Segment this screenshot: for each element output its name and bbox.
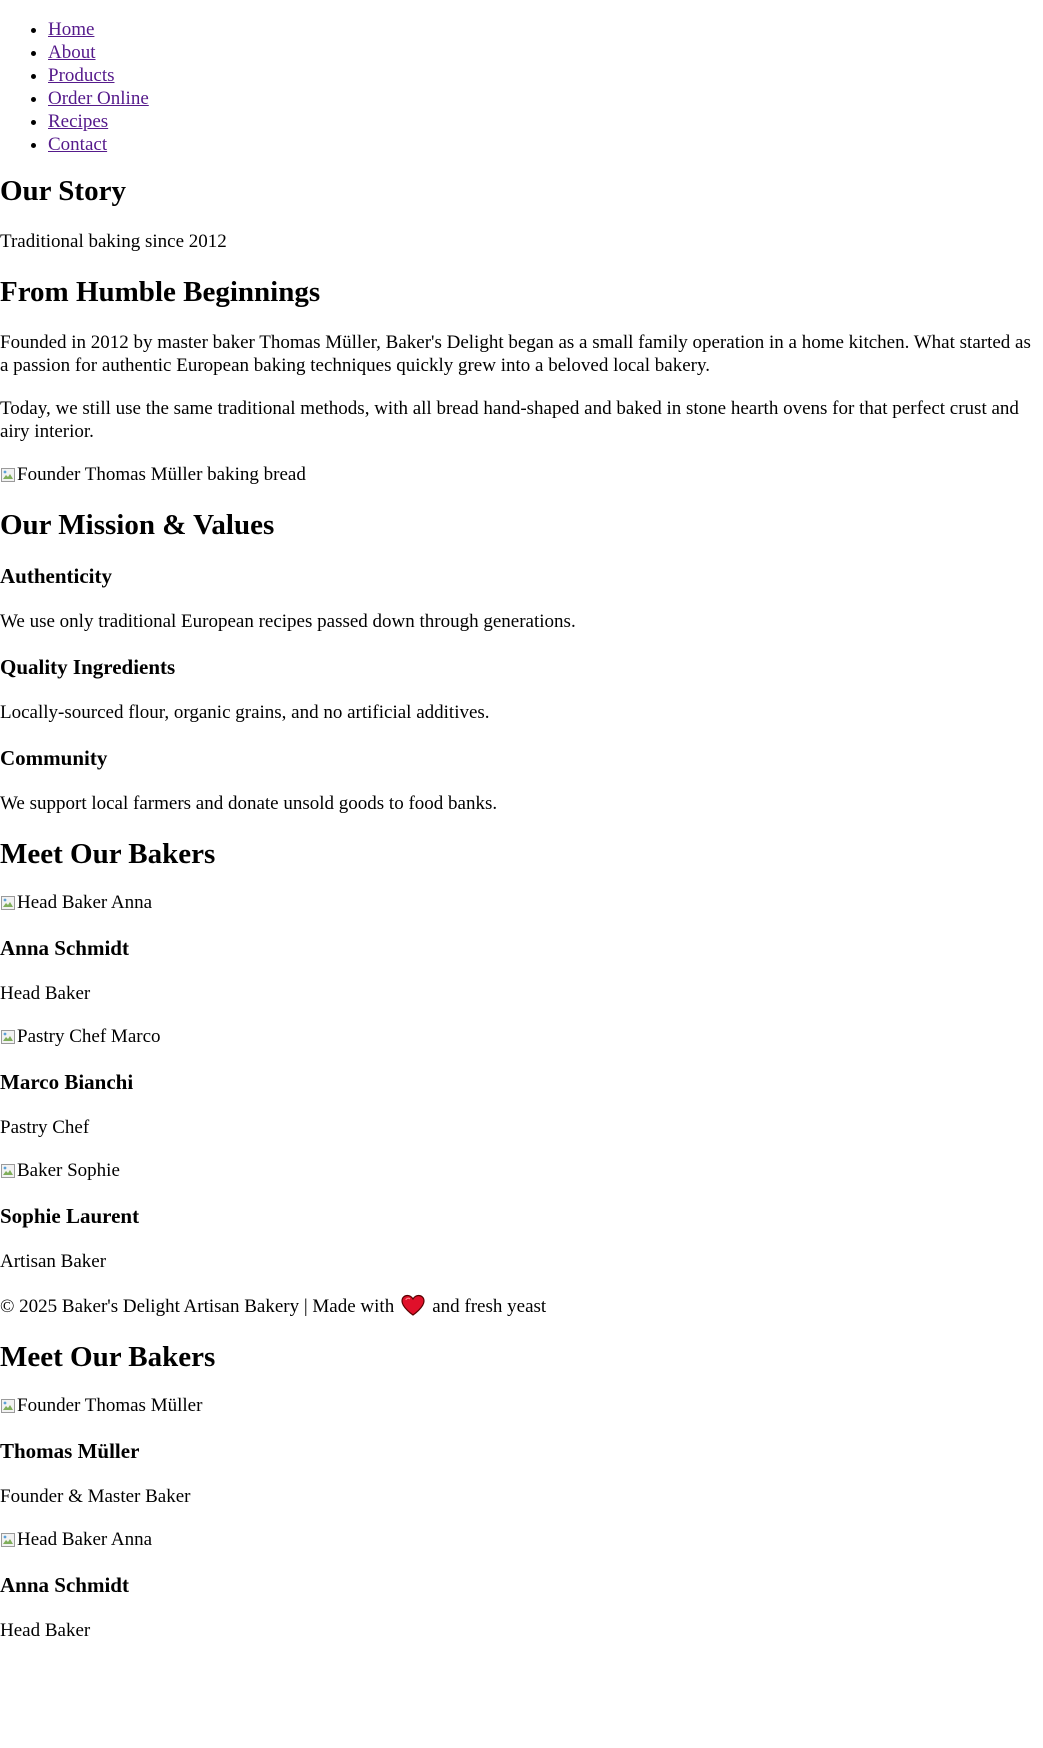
member-name: Sophie Laurent: [0, 1204, 140, 1228]
member-image: Pastry Chef Marco: [0, 1025, 1043, 1048]
member-role: Head Baker: [0, 1620, 91, 1641]
member-image-alt: Pastry Chef Marco: [17, 1026, 161, 1047]
value-item: Community We support local farmers and d…: [0, 745, 1043, 815]
member-image-alt: Baker Sophie: [17, 1160, 120, 1181]
founder-image-alt: Founder Thomas Müller baking bread: [17, 464, 306, 485]
broken-image-icon: [0, 895, 16, 911]
footer-text-after: and fresh yeast: [432, 1296, 547, 1317]
member-role: Founder & Master Baker: [0, 1486, 191, 1507]
member-name: Anna Schmidt: [0, 936, 129, 960]
broken-image-icon: [0, 1532, 16, 1548]
member-image: Head Baker Anna: [0, 1528, 1043, 1551]
member-role: Head Baker: [0, 983, 91, 1004]
hero-section: Our Story Traditional baking since 2012: [0, 174, 1043, 253]
member-role: Pastry Chef: [0, 1117, 90, 1138]
nav-item-products: Products: [48, 64, 1043, 87]
member-image-alt: Head Baker Anna: [17, 1529, 153, 1550]
value-title: Authenticity: [0, 564, 112, 588]
nav-item-order-online: Order Online: [48, 87, 1043, 110]
values-section: Our Mission & Values Authenticity We use…: [0, 508, 1043, 815]
history-paragraph-2: Today, we still use the same traditional…: [0, 398, 1019, 442]
history-paragraph-1: Founded in 2012 by master baker Thomas M…: [0, 332, 1031, 376]
broken-image-icon: [0, 1163, 16, 1179]
value-item: Quality Ingredients Locally-sourced flou…: [0, 654, 1043, 724]
member-image-alt: Head Baker Anna: [17, 892, 153, 913]
nav-link-contact[interactable]: Contact: [48, 134, 107, 155]
nav-link-about[interactable]: About: [48, 42, 96, 63]
value-text: We support local farmers and donate unso…: [0, 793, 498, 814]
nav-link-products[interactable]: Products: [48, 65, 115, 86]
footer-text: © 2025 Baker's Delight Artisan Bakery | …: [0, 1294, 1043, 1318]
team-member: Head Baker Anna Anna Schmidt Head Baker: [0, 891, 1043, 1005]
member-image: Head Baker Anna: [0, 891, 1043, 914]
team-member: Head Baker Anna Anna Schmidt Head Baker: [0, 1528, 1043, 1642]
member-name: Marco Bianchi: [0, 1070, 134, 1094]
team-title: Meet Our Bakers: [0, 1341, 216, 1373]
team-section-duplicate: Meet Our Bakers Founder Thomas Müller Th…: [0, 1340, 1043, 1642]
nav-item-about: About: [48, 41, 1043, 64]
nav-link-order-online[interactable]: Order Online: [48, 88, 149, 109]
broken-image-icon: [0, 1398, 16, 1414]
main-nav: Home About Products Order Online Recipes…: [0, 0, 1043, 156]
value-title: Quality Ingredients: [0, 655, 176, 679]
nav-item-contact: Contact: [48, 133, 1043, 156]
founder-image: Founder Thomas Müller baking bread: [0, 463, 1043, 486]
footer: © 2025 Baker's Delight Artisan Bakery | …: [0, 1294, 1043, 1318]
value-text: We use only traditional European recipes…: [0, 611, 576, 632]
member-image: Founder Thomas Müller: [0, 1394, 1043, 1417]
heart-icon: [401, 1294, 425, 1316]
team-member: Pastry Chef Marco Marco Bianchi Pastry C…: [0, 1025, 1043, 1139]
page-title: Our Story: [0, 175, 126, 207]
history-title: From Humble Beginnings: [0, 276, 321, 308]
nav-item-recipes: Recipes: [48, 110, 1043, 133]
nav-item-home: Home: [48, 18, 1043, 41]
member-image: Baker Sophie: [0, 1159, 1043, 1182]
team-title: Meet Our Bakers: [0, 838, 216, 870]
values-title: Our Mission & Values: [0, 509, 275, 541]
value-item: Authenticity We use only traditional Eur…: [0, 563, 1043, 633]
value-title: Community: [0, 746, 108, 770]
hero-tagline: Traditional baking since 2012: [0, 231, 227, 252]
nav-link-recipes[interactable]: Recipes: [48, 111, 108, 132]
team-member: Baker Sophie Sophie Laurent Artisan Bake…: [0, 1159, 1043, 1273]
broken-image-icon: [0, 1029, 16, 1045]
value-text: Locally-sourced flour, organic grains, a…: [0, 702, 490, 723]
team-section: Meet Our Bakers Head Baker Anna Anna Sch…: [0, 837, 1043, 1273]
history-section: From Humble Beginnings Founded in 2012 b…: [0, 275, 1043, 486]
member-role: Artisan Baker: [0, 1251, 107, 1272]
member-name: Anna Schmidt: [0, 1573, 129, 1597]
team-member: Founder Thomas Müller Thomas Müller Foun…: [0, 1394, 1043, 1508]
footer-text-before: © 2025 Baker's Delight Artisan Bakery | …: [0, 1296, 395, 1317]
nav-link-home[interactable]: Home: [48, 19, 94, 40]
page: Home About Products Order Online Recipes…: [0, 0, 1043, 1642]
member-image-alt: Founder Thomas Müller: [17, 1395, 203, 1416]
member-name: Thomas Müller: [0, 1439, 140, 1463]
broken-image-icon: [0, 467, 16, 483]
